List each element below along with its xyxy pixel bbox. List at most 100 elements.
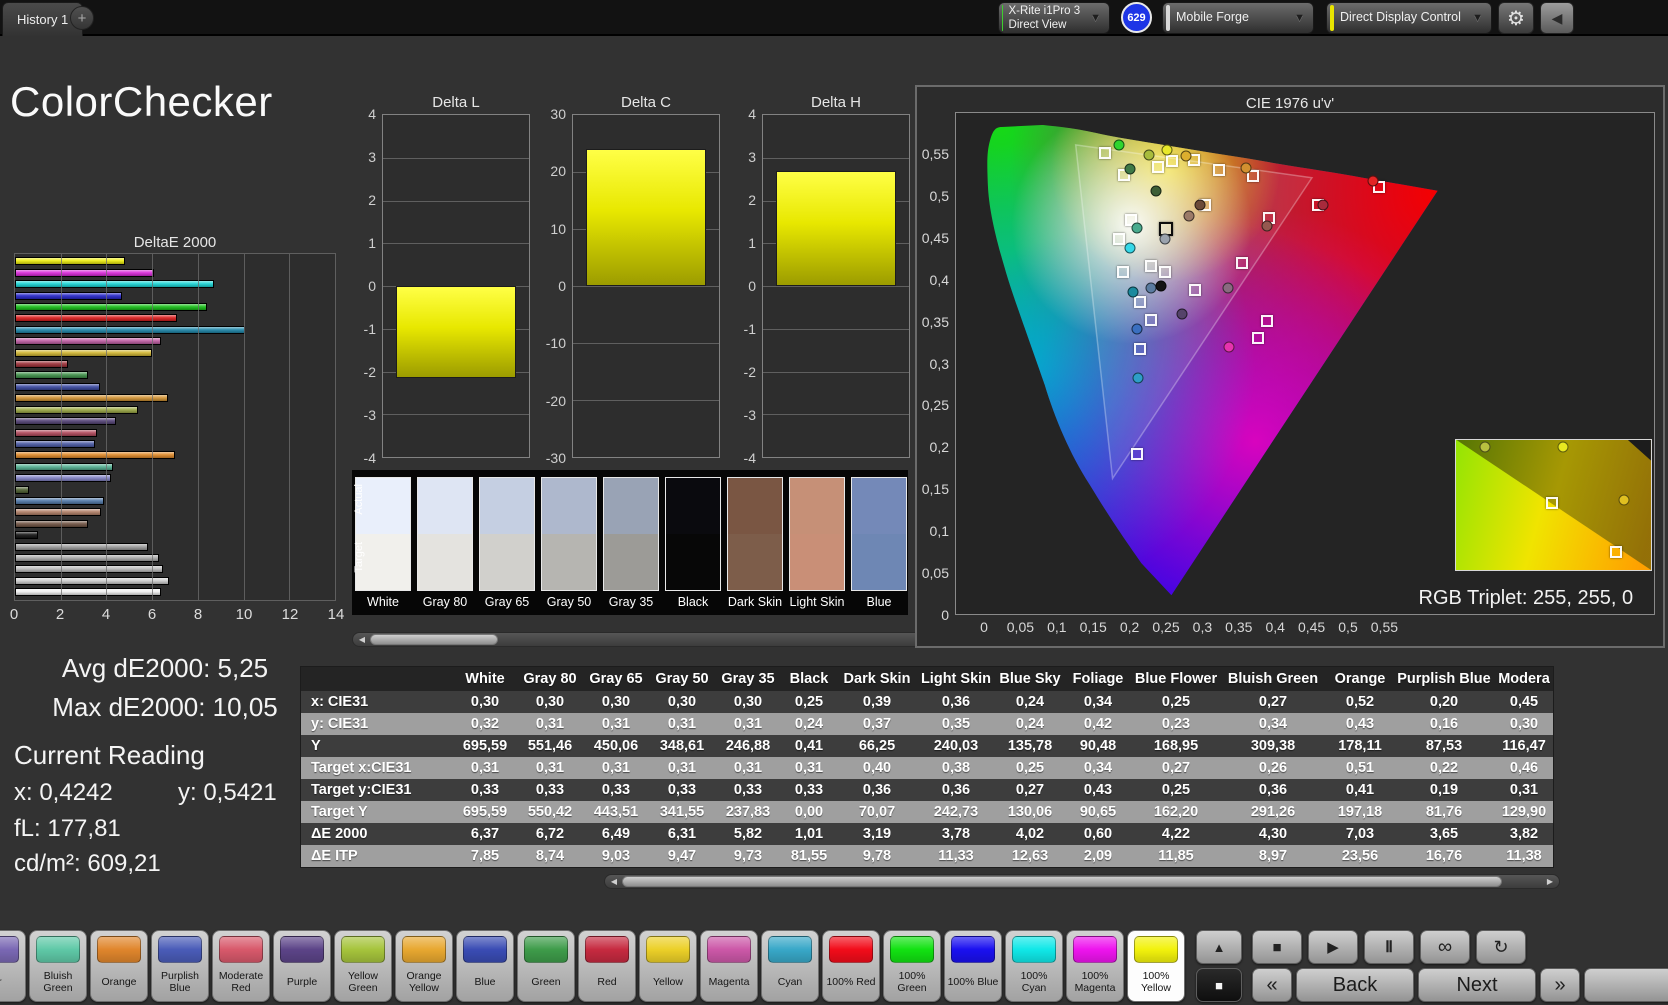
patch-button-100-green[interactable]: 100% Green (883, 930, 941, 1002)
current-reading-title: Current Reading (14, 740, 205, 771)
bar-row (15, 417, 335, 425)
table-scrollbar[interactable]: ◀ ▶ (604, 874, 1560, 889)
de2000-bar-yellow-green (15, 406, 138, 414)
de2000-bar-gray-50 (15, 554, 159, 562)
patch-button-orange-yellow[interactable]: Orange Yellow (395, 930, 453, 1002)
axis-tick-label: 0,05 (922, 565, 949, 581)
axis-tick-label: -2 (744, 364, 756, 380)
axis-tick-label: 0 (980, 619, 988, 635)
patch-button-100-magenta[interactable]: 100% Magenta (1066, 930, 1124, 1002)
meter-dropdown[interactable]: X-Rite i1Pro 3Direct View ▼ (998, 2, 1110, 34)
patch-button-100-red[interactable]: 100% Red (822, 930, 880, 1002)
next-button[interactable]: Next (1418, 968, 1536, 1002)
table-cell: 87,53 (1395, 735, 1493, 757)
delta-chart-title: Delta H (762, 94, 910, 111)
de2000-bar-blue-sky (15, 497, 104, 505)
cie-plot: RGB Triplet: 255, 255, 0 (955, 112, 1655, 615)
play-button[interactable]: ▶ (1308, 930, 1358, 964)
settings-button[interactable]: ⚙ (1498, 2, 1534, 34)
patch-button-orange[interactable]: Orange (90, 930, 148, 1002)
patch-button-moderate-red[interactable]: Moderate Red (212, 930, 270, 1002)
table-scrollbar-thumb[interactable] (622, 876, 1502, 887)
de2000-bar-yellow (15, 349, 152, 357)
column-header: Gray 35 (715, 667, 781, 691)
display-control-dropdown[interactable]: Direct Display Control ▼ (1326, 2, 1492, 34)
table-cell: 0,23 (1131, 713, 1221, 735)
swatch-actual (542, 478, 596, 534)
add-tab-button[interactable]: + (70, 6, 94, 30)
table-cell: 81,55 (781, 845, 837, 867)
target-square-marker (1145, 260, 1157, 272)
table-row: x: CIE310,300,300,300,300,300,250,390,36… (301, 691, 1553, 713)
patch-button-blue[interactable]: Blue (456, 930, 514, 1002)
patch-button-green[interactable]: Green (517, 930, 575, 1002)
target-square-marker (1261, 315, 1273, 327)
table-cell: 0,41 (781, 735, 837, 757)
patch-button-cyan[interactable]: Cyan (761, 930, 819, 1002)
patch-button-magenta[interactable]: Magenta (700, 930, 758, 1002)
measured-point-marker (1318, 199, 1329, 210)
axis-tick-label: -30 (546, 450, 566, 466)
target-square-marker (1236, 257, 1248, 269)
patch-button-er[interactable]: er (0, 930, 26, 1002)
scroll-right-icon[interactable]: ▶ (1542, 875, 1558, 888)
back-button[interactable]: Back (1296, 968, 1414, 1002)
collapse-panel-button[interactable]: ◀ (1540, 2, 1574, 34)
axis-tick-label: 0,4 (930, 272, 949, 288)
patch-window-button[interactable]: ■ (1196, 968, 1242, 1002)
patch-button-yellow-green[interactable]: Yellow Green (334, 930, 392, 1002)
bar-row (15, 314, 335, 322)
table-cell: 168,95 (1131, 735, 1221, 757)
delta-chart-y-axis: 3020100-10-20-30 (542, 114, 569, 458)
patch-button-label: Moderate Red (215, 967, 267, 999)
table-cell: 246,88 (715, 735, 781, 757)
swatch-name: Light Skin (789, 595, 845, 609)
swatch-target (418, 534, 472, 590)
delta-chart-title: Delta L (382, 94, 530, 111)
table-cell: 0,36 (917, 779, 995, 801)
infinity-icon: ∞ (1438, 936, 1452, 959)
table-cell: 0,22 (1395, 757, 1493, 779)
next-chevrons-button[interactable]: » (1540, 968, 1580, 1002)
workflow-dropdown[interactable]: Mobile Forge ▼ (1162, 2, 1314, 34)
square-icon: ■ (1215, 978, 1223, 993)
table-cell: 0,31 (583, 757, 649, 779)
patch-list-up-button[interactable]: ▲ (1196, 930, 1242, 964)
gridline (289, 254, 290, 600)
reading-count-badge[interactable]: 629 (1121, 2, 1152, 33)
patch-button-100-yellow[interactable]: 100% Yellow (1127, 930, 1185, 1002)
column-header: Gray 65 (583, 667, 649, 691)
patch-button-100-blue[interactable]: 100% Blue (944, 930, 1002, 1002)
continuous-read-button[interactable]: ∞ (1420, 930, 1470, 964)
patch-color-chip (402, 936, 446, 963)
table-cell: 0,33 (517, 779, 583, 801)
patch-button-purple[interactable]: Purple (273, 930, 331, 1002)
patch-button-yellow[interactable]: Yellow (639, 930, 697, 1002)
pause-button[interactable]: Ⅱ (1364, 930, 1414, 964)
swatch-actual (418, 478, 472, 534)
swatch-scrollbar-thumb[interactable] (370, 634, 498, 645)
table-cell: 0,35 (917, 713, 995, 735)
table-cell: 11,85 (1131, 845, 1221, 867)
bar-row (15, 429, 335, 437)
table-cell: 291,26 (1221, 801, 1325, 823)
patch-button-purplish-blue[interactable]: Purplish Blue (151, 930, 209, 1002)
stop-button[interactable]: ■ (1252, 930, 1302, 964)
patch-button-red[interactable]: Red (578, 930, 636, 1002)
loop-button[interactable]: ↻ (1476, 930, 1526, 964)
axis-tick-label: 12 (282, 606, 299, 623)
gridline (383, 201, 529, 202)
cie-y-axis: 0,550,50,450,40,350,30,250,20,150,10,050 (917, 112, 953, 615)
row-label: Target x:CIE31 (301, 757, 453, 779)
swatch-scrollbar[interactable]: ◀ ▶ (352, 632, 942, 647)
back-chevrons-button[interactable]: « (1252, 968, 1292, 1002)
chevrons-right-icon: » (1554, 974, 1565, 997)
scroll-left-icon[interactable]: ◀ (606, 875, 622, 888)
target-square-marker (1189, 284, 1201, 296)
patch-button-100-cyan[interactable]: 100% Cyan (1005, 930, 1063, 1002)
patch-button-bluish-green[interactable]: Bluish Green (29, 930, 87, 1002)
scroll-left-icon[interactable]: ◀ (354, 633, 370, 646)
bar-row (15, 337, 335, 345)
axis-tick-label: 0,15 (922, 481, 949, 497)
table-cell: 130,06 (995, 801, 1065, 823)
